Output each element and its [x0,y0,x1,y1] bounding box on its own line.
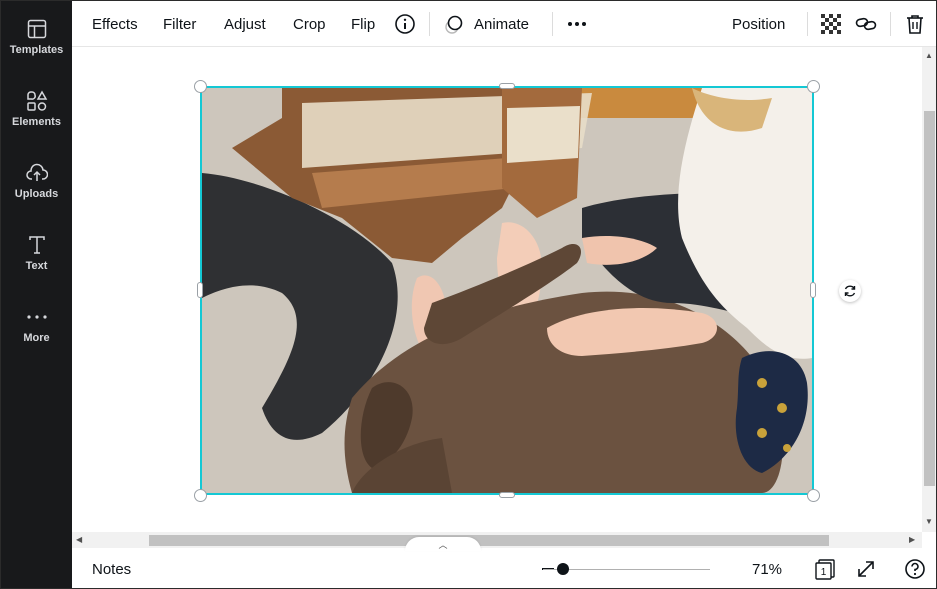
toolbar-divider [552,12,553,36]
resize-handle-top-right[interactable] [807,80,820,93]
vertical-scrollbar[interactable]: ▲ ▼ [922,47,936,532]
resize-handle-top[interactable] [499,83,515,89]
sidebar-item-more[interactable]: More [1,303,72,367]
more-icon [25,305,49,329]
selected-photo[interactable] [200,86,814,495]
link-icon[interactable] [854,12,878,36]
info-icon[interactable] [393,12,417,36]
animate-icon[interactable] [442,12,466,36]
sidebar-item-templates[interactable]: Templates [1,15,72,79]
page-count-number: 1 [821,567,827,578]
sidebar-item-text[interactable]: Text [1,231,72,295]
sidebar-item-label: More [23,332,50,344]
sidebar-item-elements[interactable]: Elements [1,87,72,151]
scroll-up-arrow-icon[interactable]: ▲ [925,51,933,60]
notes-button[interactable]: Notes [92,561,131,578]
filter-button[interactable]: Filter [163,1,196,47]
text-icon [25,233,49,257]
page-count-icon[interactable]: 1 [813,557,837,581]
toolbar-divider [890,12,891,36]
sidebar-item-label: Elements [12,116,61,128]
resize-handle-bottom-right[interactable] [807,489,820,502]
sidebar-item-label: Templates [9,44,64,56]
adjust-button[interactable]: Adjust [224,1,266,47]
horizontal-scroll-thumb[interactable] [149,535,829,546]
zoom-slider-knob[interactable] [557,563,569,575]
chevron-up-icon: ︿ [438,539,448,550]
resize-handle-bottom-left[interactable] [194,489,207,502]
expand-notes-tab[interactable]: ︿ [405,537,481,551]
sidebar-item-label: Text [25,260,48,272]
animate-button[interactable]: Animate [474,1,529,47]
position-button[interactable]: Position [732,1,785,47]
elements-icon [25,89,49,113]
photo-illustration [202,88,812,493]
templates-icon [25,17,49,41]
uploads-icon [25,161,49,185]
sidebar-item-uploads[interactable]: Uploads [1,159,72,223]
fullscreen-icon[interactable] [854,557,878,581]
resize-handle-bottom[interactable] [499,492,515,498]
help-icon[interactable] [903,557,927,581]
trash-icon[interactable] [903,12,927,36]
toolbar-divider [429,12,430,36]
resize-handle-left[interactable] [197,282,203,298]
top-toolbar: Effects Filter Adjust Crop Flip Animate … [72,1,936,47]
bottom-bar: Notes 71% 1 [72,548,936,588]
scroll-down-arrow-icon[interactable]: ▼ [925,517,933,526]
sidebar: Templates Elements Uploads Text More [1,1,72,588]
sidebar-item-label: Uploads [14,188,59,200]
toolbar-divider [807,12,808,36]
crop-button[interactable]: Crop [293,1,326,47]
horizontal-scrollbar[interactable]: ◀ ▶ [72,532,922,548]
zoom-percentage[interactable]: 71% [752,561,782,578]
more-options-icon[interactable] [565,12,589,36]
transparency-icon[interactable] [819,12,843,36]
scroll-right-arrow-icon[interactable]: ▶ [909,535,915,544]
resize-handle-right[interactable] [810,282,816,298]
scroll-left-arrow-icon[interactable]: ◀ [76,535,82,544]
rotate-icon[interactable] [839,280,861,302]
vertical-scroll-thumb[interactable] [924,111,935,486]
editor-window: Templates Elements Uploads Text More Eff… [0,0,937,589]
flip-button[interactable]: Flip [351,1,375,47]
effects-button[interactable]: Effects [92,1,138,47]
resize-handle-top-left[interactable] [194,80,207,93]
